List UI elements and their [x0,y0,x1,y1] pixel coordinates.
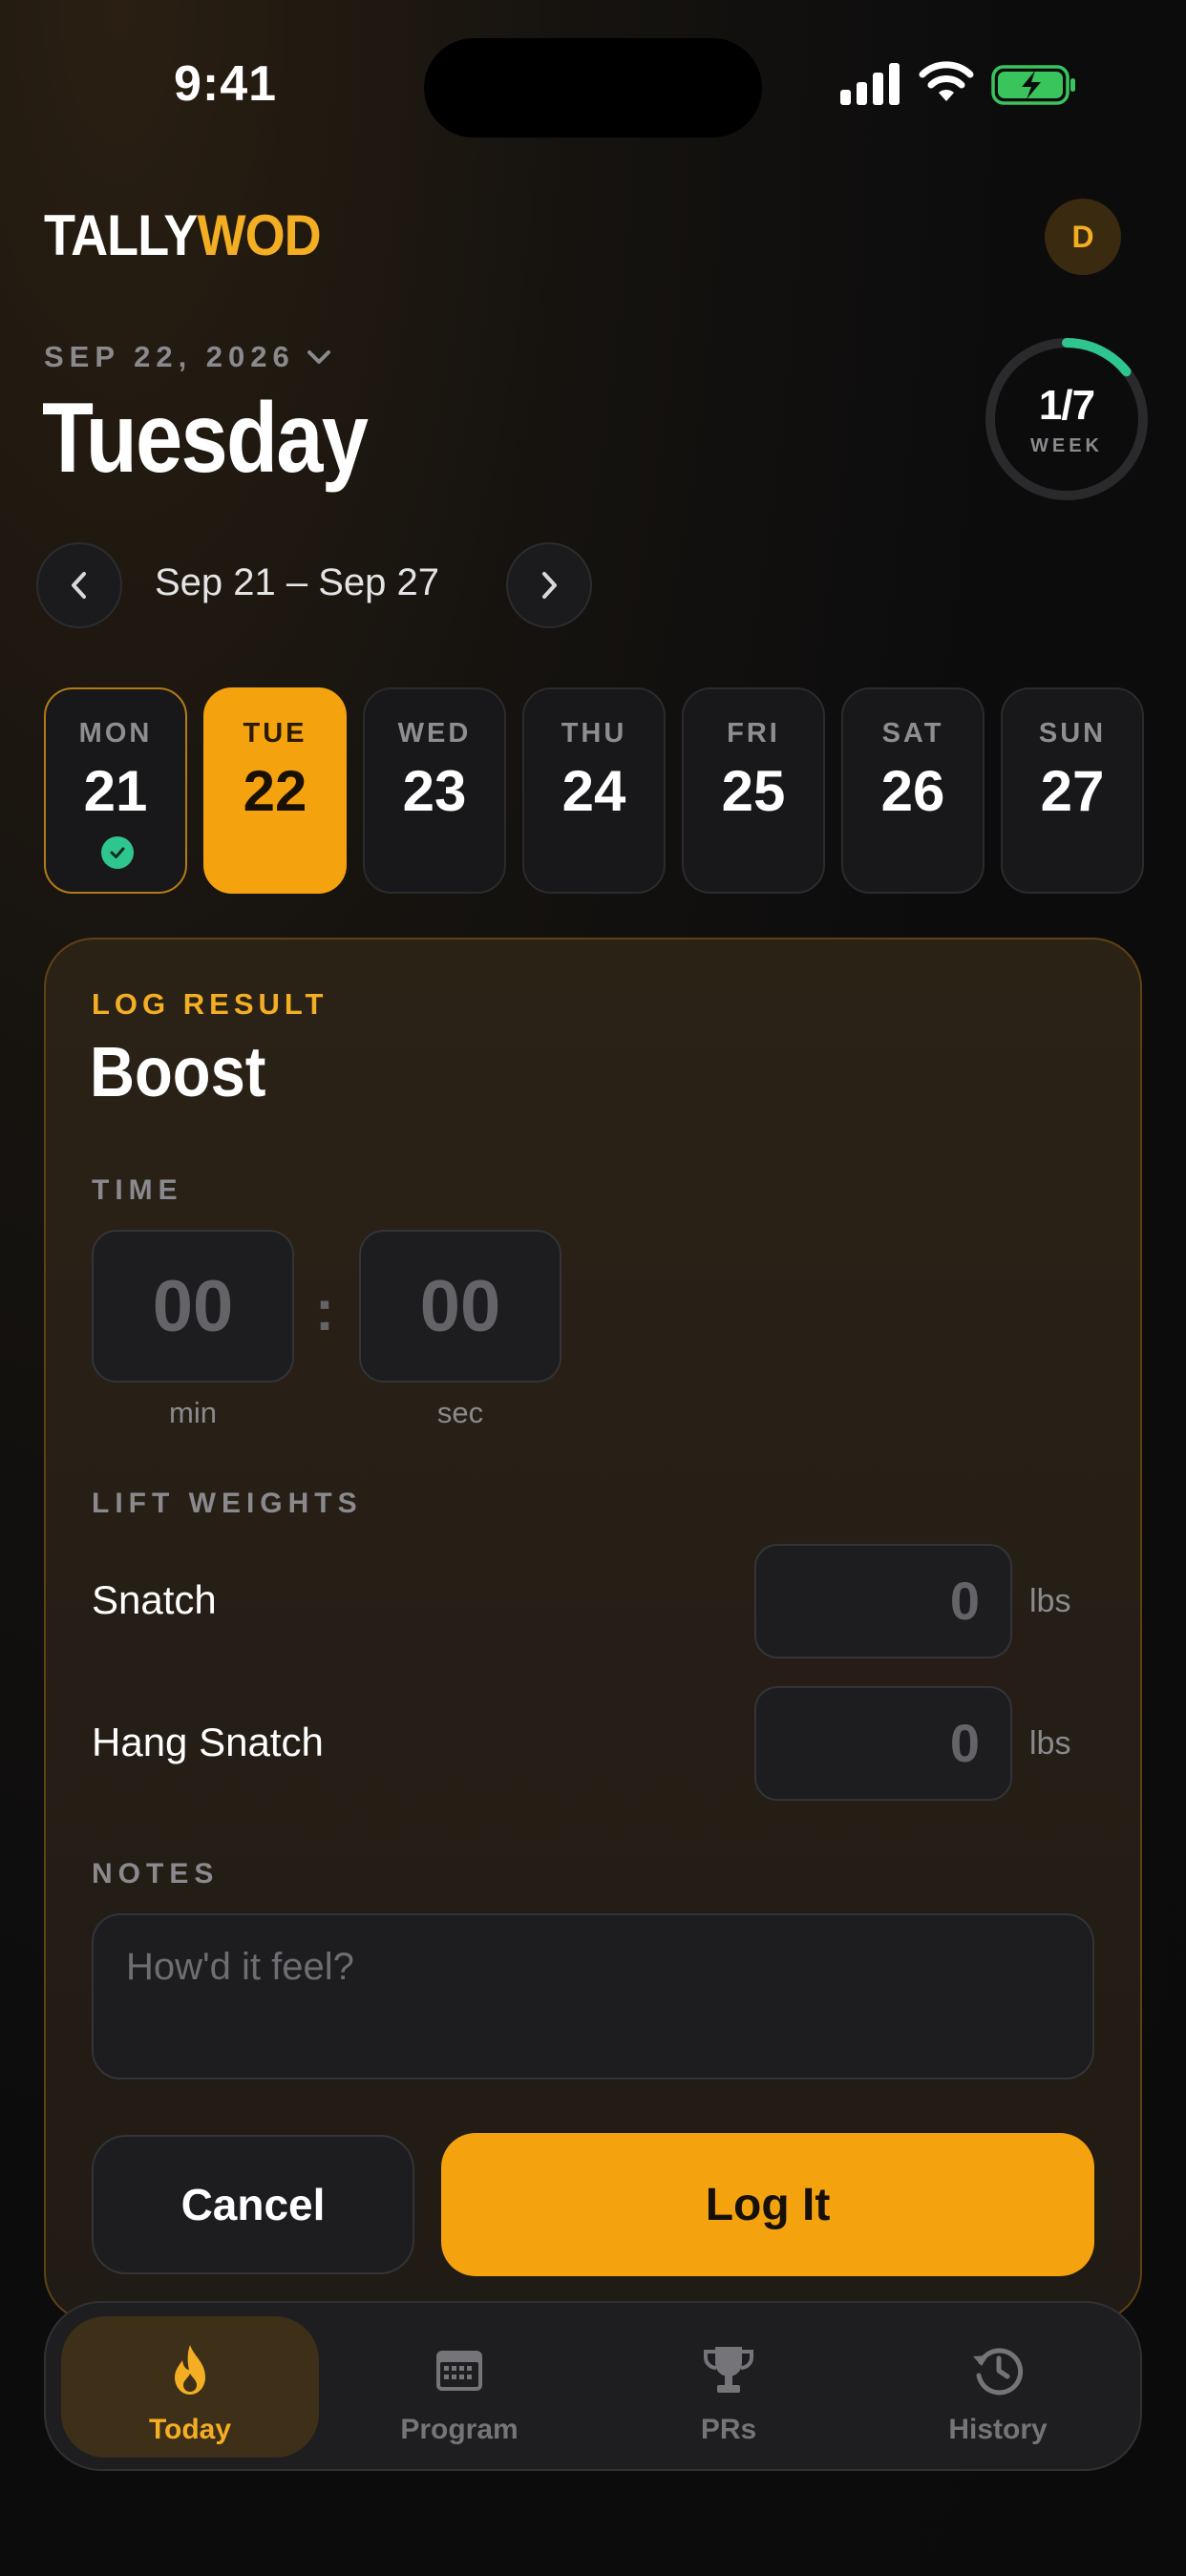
week-range: Sep 21 – Sep 27 [155,561,440,603]
day-number: 21 [83,759,148,823]
lift-weights-label: LIFT WEIGHTS [92,1488,363,1519]
minutes-unit-label: min [169,1396,217,1429]
tab-label: Program [400,2414,519,2445]
tab-label: History [948,2414,1048,2445]
tab-program[interactable]: Program [330,2316,588,2458]
tab-label: Today [148,2414,232,2445]
day-name: FRI [727,718,780,749]
day-name: SUN [1038,718,1107,749]
day-wed[interactable]: WED 23 [363,687,506,894]
dynamic-island [424,38,762,137]
tab-today[interactable]: Today [61,2316,319,2458]
time-section-label: TIME [92,1174,183,1206]
seconds-unit-label: sec [436,1396,484,1429]
date-picker[interactable]: SEP 22, 2026 [44,340,333,374]
log-result-heading: LOG RESULT [92,987,328,1021]
log-it-button[interactable]: Log It [441,2133,1094,2276]
tab-prs[interactable]: PRs [600,2316,858,2458]
trophy-icon [704,2347,753,2393]
hang-snatch-weight-input[interactable]: 0 [754,1686,1012,1801]
cancel-button[interactable]: Cancel [92,2135,414,2274]
weight-unit-label: lbs [1029,1725,1071,1762]
day-sun[interactable]: SUN 27 [1001,687,1144,894]
brand-part-2: WOD [197,203,322,267]
day-fri[interactable]: FRI 25 [682,687,825,894]
day-name: WED [397,718,472,749]
chevron-right-icon [542,572,557,599]
lift-name-hang-snatch: Hang Snatch [92,1720,324,1764]
completed-check-icon [101,836,134,869]
day-number: 26 [880,759,945,823]
avatar[interactable]: D [1045,199,1121,275]
day-number: 24 [561,759,626,823]
day-sat[interactable]: SAT 26 [841,687,985,894]
flame-icon [175,2345,205,2395]
tab-label: PRs [700,2414,757,2445]
notes-input[interactable]: How'd it feel? [92,1913,1094,2080]
time-separator: : [315,1278,334,1342]
tab-history[interactable]: History [869,2316,1127,2458]
notes-label: NOTES [92,1858,220,1890]
seconds-input[interactable]: 00 [359,1230,561,1383]
workout-title: Boost [90,1032,266,1111]
current-date: SEP 22, 2026 [44,340,295,373]
day-title: Tuesday [42,383,369,494]
tab-bar: Today Program PRs History [44,2301,1142,2471]
day-name: SAT [881,718,944,749]
next-week-button[interactable] [506,542,592,628]
chevron-left-icon [72,572,86,599]
day-number: 25 [721,759,786,823]
brand-part-1: TALLY [44,203,198,267]
week-progress-label: WEEK [1030,435,1103,456]
status-time: 9:41 [174,56,278,112]
day-name: TUE [243,718,307,749]
weight-unit-label: lbs [1029,1583,1071,1619]
minutes-input[interactable]: 00 [92,1230,294,1383]
day-number: 27 [1040,759,1105,823]
previous-week-button[interactable] [36,542,122,628]
day-mon[interactable]: MON 21 [44,687,187,894]
week-progress-value: 1/7 [1038,382,1095,429]
cellular-signal-icon [840,63,900,105]
day-name: THU [561,718,627,749]
chevron-down-icon [307,350,330,364]
day-thu[interactable]: THU 24 [522,687,666,894]
history-icon [973,2348,1024,2396]
app-logo: TALLYWOD [44,202,322,268]
battery-charging-icon [991,65,1075,105]
day-number: 23 [402,759,467,823]
snatch-weight-input[interactable]: 0 [754,1544,1012,1658]
wifi-icon [919,61,974,101]
day-name: MON [78,718,153,749]
day-number: 22 [243,759,307,823]
lift-name-snatch: Snatch [92,1577,217,1622]
day-tue[interactable]: TUE 22 [203,687,347,894]
calendar-icon [436,2351,482,2391]
